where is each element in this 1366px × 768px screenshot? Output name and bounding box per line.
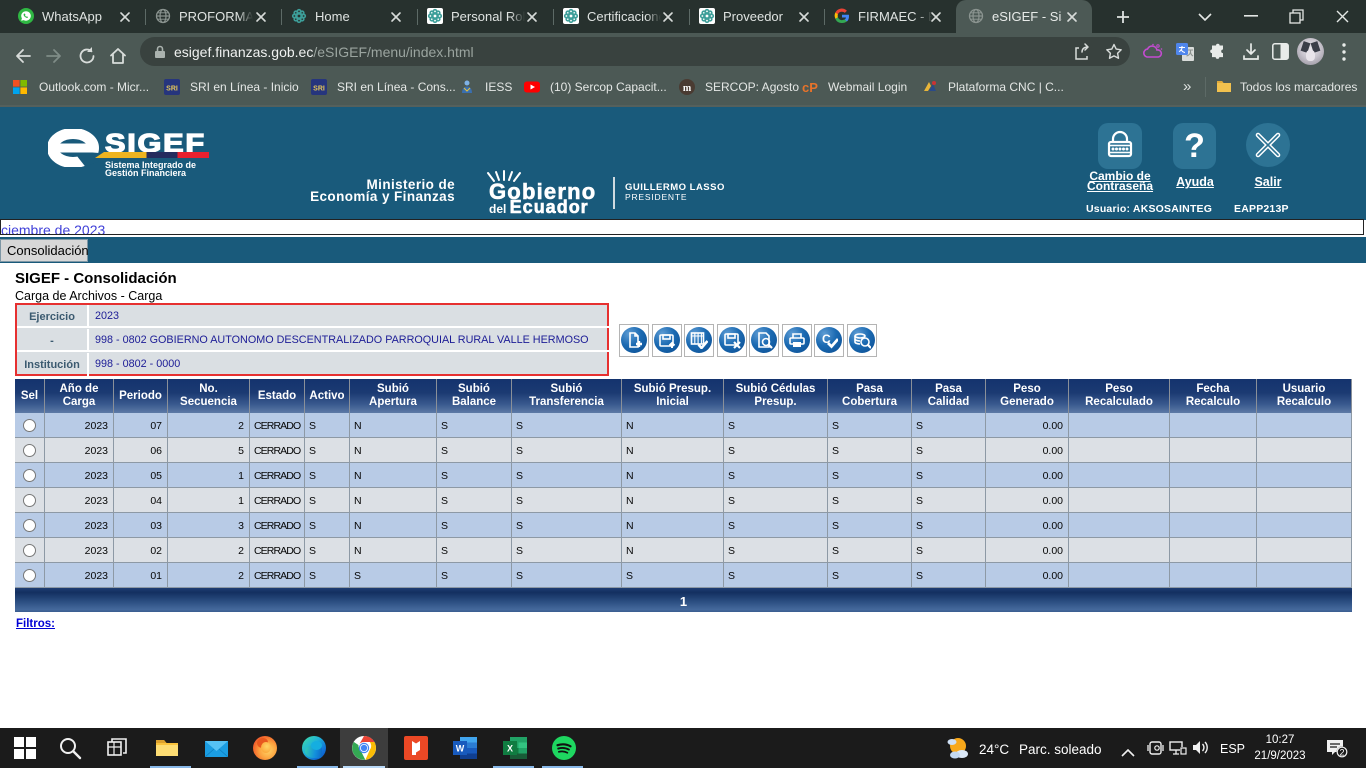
- svg-text:SRI: SRI: [166, 86, 178, 93]
- svg-text:X: X: [507, 744, 513, 754]
- svg-text:SRI: SRI: [313, 86, 325, 93]
- svg-text:2: 2: [1339, 748, 1344, 758]
- svg-text:m: m: [683, 83, 692, 94]
- svg-text:cP: cP: [802, 80, 818, 95]
- svg-text:W: W: [456, 744, 465, 754]
